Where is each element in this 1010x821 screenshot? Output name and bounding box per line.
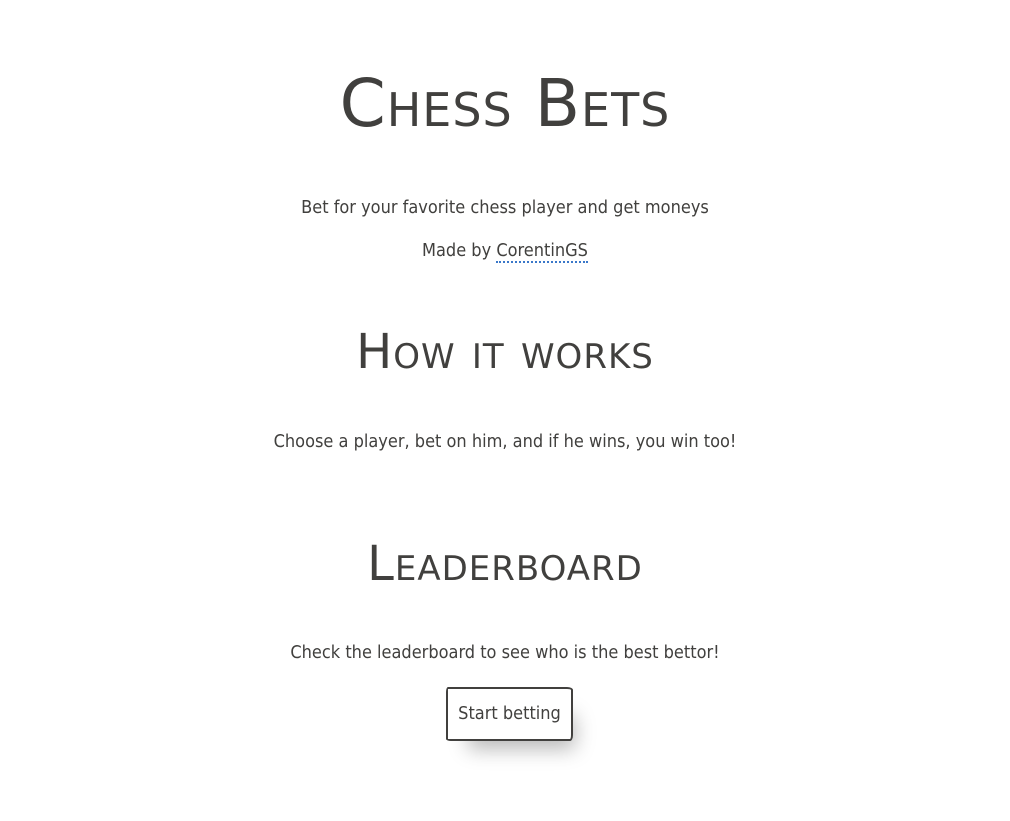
- leaderboard-heading: Leaderboard: [367, 536, 643, 592]
- leaderboard-text: Check the leaderboard to see who is the …: [290, 642, 720, 663]
- page: Chess Bets Bet for your favorite chess p…: [0, 0, 1010, 821]
- start-betting-button[interactable]: Start betting: [446, 687, 573, 741]
- credit-prefix: Made by: [422, 240, 497, 261]
- tagline: Bet for your favorite chess player and g…: [301, 197, 709, 218]
- credit-line: Made by CorentinGS: [0, 238, 1010, 264]
- page-title: Chess Bets: [339, 65, 671, 142]
- how-it-works-text: Choose a player, bet on him, and if he w…: [273, 431, 737, 452]
- author-link[interactable]: CorentinGS: [496, 240, 588, 263]
- how-it-works-heading: How it works: [356, 324, 654, 380]
